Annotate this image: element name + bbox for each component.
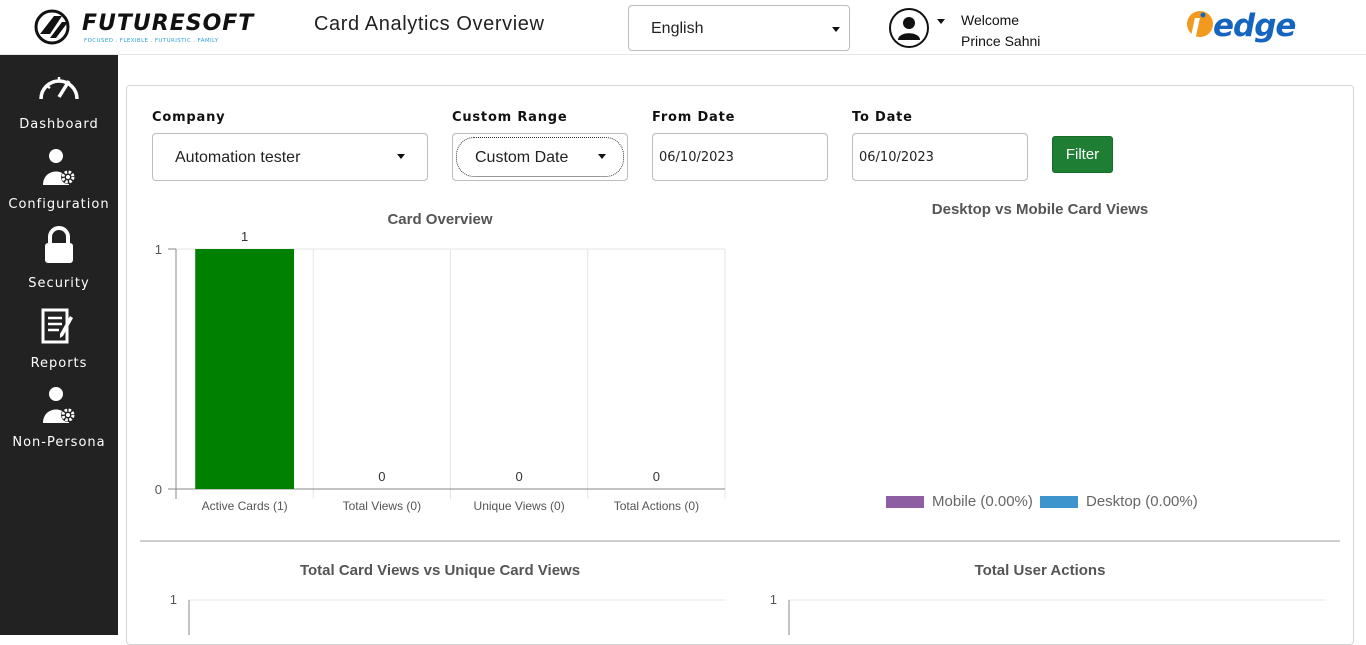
- sidebar-item-label: Security: [28, 276, 90, 291]
- bar-data-label: 0: [516, 469, 523, 484]
- x-tick-label: Unique Views (0): [474, 499, 565, 513]
- bar: [195, 249, 295, 489]
- custom-range-label: Custom Range: [452, 110, 568, 125]
- chevron-down-icon: [397, 154, 405, 159]
- chevron-down-icon: [832, 27, 840, 32]
- sidebar-item-label: Dashboard: [19, 117, 99, 132]
- custom-range-value: Custom Date: [475, 149, 569, 166]
- speedometer-icon: [39, 77, 79, 100]
- y-tick-label: 1: [155, 242, 162, 257]
- views-comparison-title: Total Card Views vs Unique Card Views: [299, 562, 581, 579]
- chevron-down-icon: [598, 154, 606, 159]
- user-actions-title: Total User Actions: [974, 562, 1106, 579]
- user-actions-chart: 1: [770, 592, 1325, 635]
- company-value: Automation tester: [175, 149, 301, 166]
- company-label: Company: [152, 110, 226, 125]
- sidebar-item-configuration[interactable]: Configuration: [0, 147, 118, 219]
- legend-desktop[interactable]: Desktop (0.00%): [1086, 493, 1198, 510]
- x-tick-label: Active Cards (1): [202, 499, 288, 513]
- user-name: Prince Sahni: [961, 33, 1041, 49]
- logo-wordmark: FUTURESOFT: [82, 11, 255, 36]
- section-divider: [140, 540, 1340, 542]
- sidebar-item-non-persona[interactable]: Non-Persona: [0, 385, 118, 457]
- legend-swatch-mobile[interactable]: [886, 496, 924, 508]
- x-tick-label: Total Views (0): [343, 499, 421, 513]
- language-value: English: [651, 20, 704, 37]
- language-select[interactable]: English: [628, 5, 850, 51]
- to-date-input[interactable]: 06/10/2023: [852, 133, 1028, 181]
- iedge-wordmark: edge: [1213, 8, 1296, 44]
- user-gear-icon: [43, 149, 75, 185]
- sidebar: Dashboard Configuration Security Reports: [0, 55, 118, 635]
- from-date-label: From Date: [652, 110, 736, 125]
- user-gear-icon: [43, 387, 75, 423]
- to-date-label: To Date: [852, 110, 913, 125]
- card-overview-chart: 1 0 1 Active Cards (1) 0 Total Views (0) 0 Uniq…: [155, 229, 726, 513]
- page-title: Card Analytics Overview: [314, 13, 545, 35]
- legend-swatch-desktop[interactable]: [1040, 496, 1078, 508]
- sidebar-item-dashboard[interactable]: Dashboard: [0, 67, 118, 139]
- to-date-value: 06/10/2023: [859, 150, 934, 165]
- company-select[interactable]: Automation tester: [152, 133, 428, 181]
- from-date-value: 06/10/2023: [659, 150, 734, 165]
- y-tick-label: 0: [155, 482, 162, 497]
- logo-tagline: FOCUSED . FLEXIBLE . FUTURISTIC . FAMILY: [84, 38, 219, 44]
- top-bar: FUTURESOFT FOCUSED . FLEXIBLE . FUTURIST…: [0, 0, 1366, 55]
- sidebar-item-label: Reports: [30, 356, 88, 371]
- views-comparison-chart: 1: [170, 592, 725, 635]
- welcome-label: Welcome: [961, 12, 1020, 28]
- legend-mobile[interactable]: Mobile (0.00%): [932, 493, 1033, 510]
- sidebar-item-label: Non-Persona: [12, 435, 106, 450]
- y-tick-label: 1: [770, 592, 777, 607]
- iedge-logo: edge: [1185, 8, 1300, 48]
- clipboard-icon: [41, 308, 73, 344]
- bar-data-label: 0: [378, 469, 385, 484]
- sidebar-item-reports[interactable]: Reports: [0, 306, 118, 378]
- bar-data-label: 1: [241, 229, 248, 244]
- sidebar-item-label: Configuration: [8, 197, 110, 212]
- y-tick-label: 1: [170, 592, 177, 607]
- from-date-input[interactable]: 06/10/2023: [652, 133, 828, 181]
- filter-button[interactable]: Filter: [1052, 136, 1113, 173]
- bar-data-label: 0: [653, 469, 660, 484]
- user-avatar[interactable]: [889, 8, 929, 48]
- futuresoft-logo-icon: [34, 9, 70, 45]
- x-tick-label: Total Actions (0): [614, 499, 699, 513]
- custom-range-select[interactable]: Custom Date: [452, 133, 628, 181]
- user-icon: [898, 17, 920, 40]
- lock-icon: [45, 226, 73, 263]
- welcome-block: Welcome Prince Sahni: [961, 10, 1040, 52]
- futuresoft-logo[interactable]: FUTURESOFT FOCUSED . FLEXIBLE . FUTURIST…: [32, 8, 253, 48]
- device-views-title: Desktop vs Mobile Card Views: [931, 201, 1149, 218]
- user-menu-chevron-icon[interactable]: [937, 19, 945, 24]
- sidebar-item-security[interactable]: Security: [0, 226, 118, 298]
